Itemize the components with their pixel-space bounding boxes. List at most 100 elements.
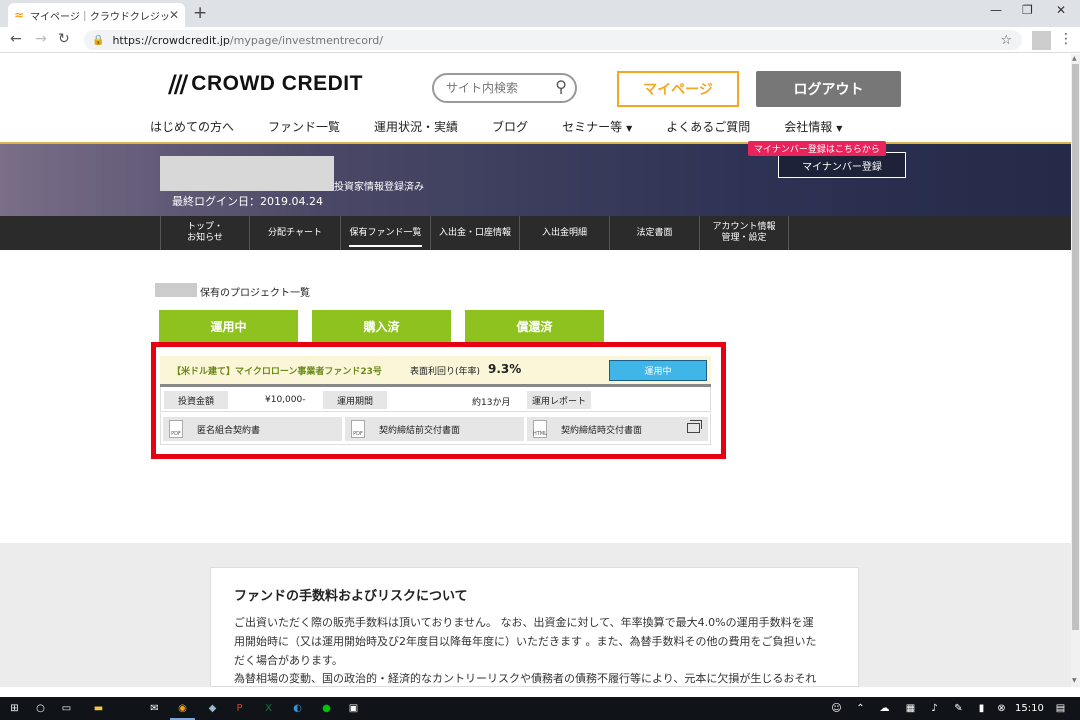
mynumber-tooltip: マイナンバー登録はこちらから (748, 141, 886, 156)
network-icon[interactable]: ▦ (902, 700, 919, 717)
bookmark-star-icon[interactable]: ☆ (1000, 33, 1012, 48)
error-status-icon[interactable]: ⊗ (993, 700, 1010, 717)
nav-fund-list[interactable]: ファンド一覧 (268, 118, 340, 135)
tab-purchased[interactable]: 購入済 (312, 310, 451, 343)
nav-faq[interactable]: よくあるご質問 (666, 118, 750, 135)
fund-name-link[interactable]: 【米ドル建て】マイクロローン事業者ファンド23号 (172, 364, 382, 377)
scroll-down-icon[interactable]: ▼ (1072, 677, 1077, 684)
subnav-line: お知らせ (187, 233, 223, 243)
search-input[interactable] (446, 81, 546, 95)
maximize-button[interactable]: ❐ (1022, 3, 1033, 17)
subnav-label: 法定書面 (636, 227, 673, 238)
scroll-up-icon[interactable]: ▲ (1072, 55, 1077, 62)
pdf-file-icon: PDF (169, 420, 183, 438)
site-search[interactable]: ⚲ (432, 73, 577, 103)
nav-company[interactable]: 会社情報 ▼ (784, 118, 842, 135)
nav-performance[interactable]: 運用状況・実績 (374, 118, 458, 135)
subnav-legal-docs[interactable]: 法定書面 (609, 216, 699, 250)
subnav-deposit-account[interactable]: 入出金・口座情報 (430, 216, 519, 250)
yield-value: 9.3% (488, 362, 522, 376)
chrome-icon[interactable]: ◉ (170, 700, 195, 720)
fee-text-line: 為替相場の変動、国の政治的・経済的なカントリーリスクや債務者の債務不履行等により… (234, 672, 817, 685)
main-navigation: はじめての方へ ファンド一覧 運用状況・実績 ブログ セミナー等 ▼ よくあるご質… (150, 118, 876, 135)
doc-partnership-agreement[interactable]: PDF 匿名組合契約書 (163, 417, 342, 441)
caret-down-icon: ▼ (626, 124, 633, 133)
nav-seminars[interactable]: セミナー等 ▼ (562, 118, 632, 135)
nav-blog[interactable]: ブログ (492, 118, 528, 135)
last-login-text: 最終ログイン日：2019.04.24 (172, 195, 323, 208)
subnav-line: アカウント情報 (712, 222, 776, 232)
line-app-icon[interactable]: ● (318, 700, 335, 717)
browser-tab[interactable]: ≈ マイページ｜クラウドクレジット ✕ (8, 3, 185, 27)
subnav-holdings[interactable]: 保有ファンド一覧 (340, 216, 430, 250)
file-explorer-icon[interactable]: ▬ (90, 700, 107, 717)
investor-status-text: 投資家情報登録済み (334, 182, 424, 193)
subnav-distribution-chart[interactable]: 分配チャート (249, 216, 340, 250)
photos-icon[interactable]: ▣ (345, 700, 362, 717)
site-logo[interactable]: /// CROWD CREDIT (168, 70, 363, 98)
subnav-label: 入出金明細 (541, 227, 587, 238)
nav-seminars-label: セミナー等 (562, 120, 623, 134)
redacted-owner-name (155, 283, 197, 297)
amount-value: ¥10,000- (265, 395, 306, 405)
taskbar-clock[interactable]: 15:10 (1015, 703, 1044, 714)
notification-icon[interactable]: ▤ (1052, 700, 1069, 717)
close-window-button[interactable]: ✕ (1056, 3, 1066, 17)
task-view-icon[interactable]: ▭ (58, 700, 75, 717)
tab-redeemed[interactable]: 償還済 (465, 310, 604, 343)
html-file-icon: HTML (533, 420, 547, 438)
excel-icon[interactable]: X (260, 700, 277, 717)
tray-chevron-icon[interactable]: ⌃ (852, 700, 869, 717)
subnav-label: 分配チャート (268, 227, 322, 238)
back-arrow-icon[interactable]: ← (10, 31, 22, 47)
fee-text-line: だく場合があります。 (234, 654, 343, 667)
logout-button[interactable]: ログアウト (756, 71, 901, 107)
fund-status-badge: 運用中 (609, 360, 707, 381)
search-icon[interactable]: ⚲ (555, 77, 567, 96)
volume-icon[interactable]: ♪ (926, 700, 943, 717)
profile-avatar[interactable] (1032, 31, 1051, 50)
minimize-button[interactable]: — (990, 3, 1002, 17)
tab-title: マイページ｜クラウドクレジット (30, 11, 169, 23)
address-bar[interactable]: 🔒 https://crowdcredit.jp /mypage/investm… (84, 30, 1022, 50)
reload-icon[interactable]: ↻ (58, 31, 70, 47)
doc-label: 契約締結前交付書面 (379, 425, 461, 436)
paint-icon[interactable]: ◆ (204, 700, 221, 717)
fee-risk-title: ファンドの手数料およびリスクについて (234, 589, 468, 604)
scrollbar-thumb[interactable] (1072, 64, 1079, 630)
yield-label: 表面利回り(年率) (410, 367, 481, 377)
close-tab-icon[interactable]: ✕ (169, 8, 179, 22)
mail-icon[interactable]: ✉ (146, 700, 163, 717)
new-window-icon (687, 420, 702, 433)
people-icon[interactable]: ☺ (828, 700, 845, 717)
doc-contract-conclusion[interactable]: HTML 契約締結時交付書面 (527, 417, 708, 441)
amount-label: 投資金額 (164, 391, 228, 409)
doc-label: 匿名組合契約書 (197, 425, 261, 436)
nav-beginners[interactable]: はじめての方へ (150, 118, 234, 135)
tab-in-operation[interactable]: 運用中 (159, 310, 298, 343)
forward-arrow-icon[interactable]: → (35, 31, 47, 47)
period-value: 約13か月 (472, 398, 511, 408)
mypage-button[interactable]: マイページ (617, 71, 739, 107)
doc-pre-contract[interactable]: PDF 契約締結前交付書面 (345, 417, 524, 441)
cloud-icon[interactable]: ☁ (876, 700, 893, 717)
menu-kebab-icon[interactable]: ⋮ (1059, 31, 1073, 47)
operation-report-button[interactable]: 運用レポート (527, 391, 591, 409)
caret-down-icon: ▼ (836, 124, 843, 133)
new-tab-button[interactable]: + (193, 3, 207, 23)
subnav-account-settings[interactable]: アカウント情報 管理・設定 (699, 216, 789, 250)
browser-edge-icon[interactable]: ◐ (289, 700, 306, 717)
subnav-top-news[interactable]: トップ・ お知らせ (160, 216, 249, 250)
windows-start-icon[interactable]: ⊞ (6, 700, 23, 717)
url-path: /mypage/investmentrecord/ (229, 33, 383, 47)
nav-company-label: 会社情報 (784, 120, 833, 134)
subnav-account-text: アカウント情報 管理・設定 (712, 222, 775, 244)
powerpoint-icon[interactable]: P (231, 700, 248, 717)
pen-icon[interactable]: ✎ (950, 700, 967, 717)
battery-icon[interactable]: ▮ (973, 700, 990, 717)
fee-text-line: 用開始時に（又は運用開始時及び2年度目以降毎年度に）いただきます 。また、為替手… (234, 635, 817, 648)
subnav-line: 管理・設定 (721, 233, 767, 243)
redacted-user-name (160, 156, 334, 191)
search-circle-icon[interactable]: ○ (32, 700, 49, 717)
subnav-transactions[interactable]: 入出金明細 (519, 216, 609, 250)
